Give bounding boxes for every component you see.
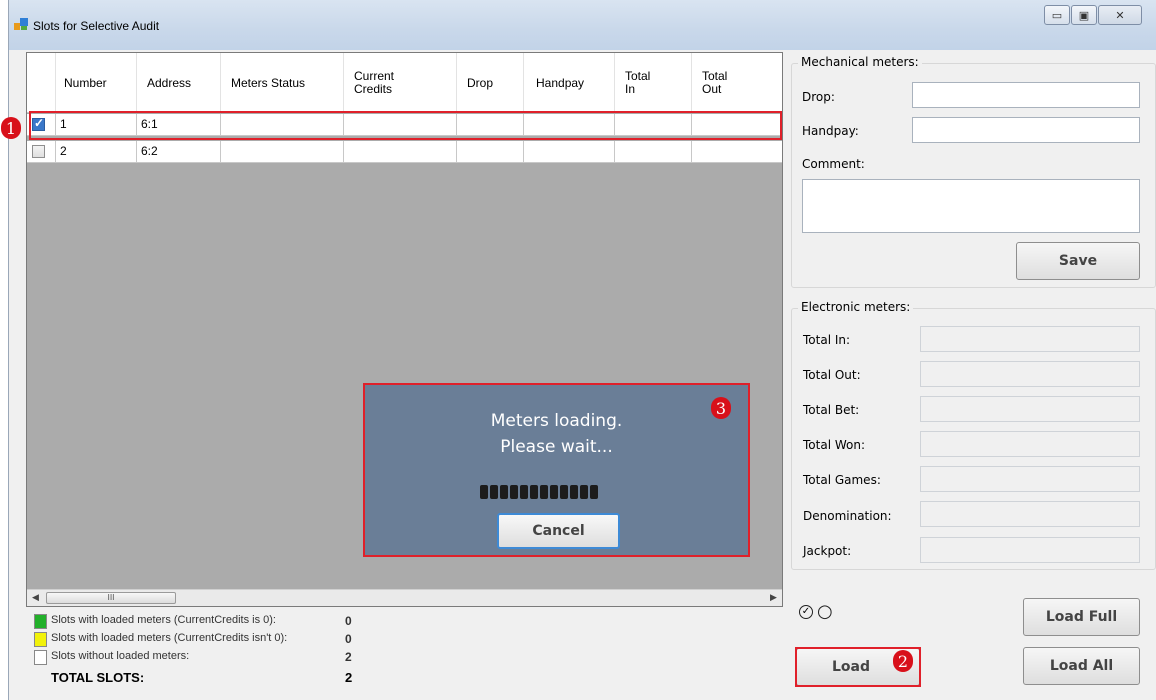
app-icon bbox=[14, 18, 28, 30]
header-current-credits[interactable]: Current Credits bbox=[344, 53, 457, 113]
table-row[interactable]: 2 6:2 bbox=[27, 141, 782, 163]
header-handpay[interactable]: Handpay bbox=[524, 53, 615, 113]
total-won-field bbox=[920, 431, 1140, 457]
cell-total-out[interactable] bbox=[692, 141, 782, 162]
comment-textarea[interactable] bbox=[802, 179, 1140, 233]
cancel-button[interactable]: Cancel bbox=[497, 513, 620, 549]
cell-address[interactable]: 6:2 bbox=[137, 141, 221, 162]
total-out-field bbox=[920, 361, 1140, 387]
scroll-thumb[interactable]: III bbox=[46, 592, 176, 604]
check-circle-icon: ✓ bbox=[799, 605, 813, 619]
electronic-meters-title: Electronic meters: bbox=[798, 300, 914, 314]
cell-meters-status[interactable] bbox=[221, 141, 344, 162]
header-total-in[interactable]: Total In bbox=[615, 53, 692, 113]
total-in-field bbox=[920, 326, 1140, 352]
maximize-icon: ▣ bbox=[1078, 8, 1090, 22]
cell-drop[interactable] bbox=[457, 141, 524, 162]
drop-input[interactable] bbox=[912, 82, 1140, 108]
annotation-badge-3: 3 bbox=[711, 397, 731, 419]
minimize-icon: ▭ bbox=[1051, 8, 1063, 22]
total-won-label: Total Won: bbox=[803, 438, 865, 452]
cell-current-credits[interactable] bbox=[344, 141, 457, 162]
window-title: Slots for Selective Audit bbox=[33, 19, 160, 33]
loading-dialog: Meters loading. Please wait... Cancel 3 bbox=[363, 383, 750, 557]
total-slots-value: 2 bbox=[345, 670, 353, 685]
legend-label: Slots with loaded meters (CurrentCredits… bbox=[51, 632, 288, 644]
loading-message-line1: Meters loading. bbox=[490, 411, 623, 431]
jackpot-field bbox=[920, 537, 1140, 563]
grid-header: Number Address Meters Status Current Cre… bbox=[27, 53, 782, 113]
row-select-cell bbox=[27, 141, 56, 162]
save-button[interactable]: Save bbox=[1016, 242, 1140, 280]
denomination-field bbox=[920, 501, 1140, 527]
scroll-right-icon[interactable]: ▶ bbox=[765, 590, 782, 606]
total-out-label: Total Out: bbox=[803, 368, 861, 382]
annotation-badge-2: 2 bbox=[893, 650, 913, 672]
header-number[interactable]: Number bbox=[56, 53, 137, 113]
load-all-button[interactable]: Load All bbox=[1023, 647, 1140, 685]
title-bar[interactable]: Slots for Selective Audit ▭ ▣ ✕ bbox=[9, 0, 1156, 50]
header-total-out[interactable]: Total Out bbox=[692, 53, 782, 113]
legend-value: 0 bbox=[345, 614, 352, 628]
close-icon: ✕ bbox=[1115, 8, 1125, 22]
legend-swatch-green bbox=[34, 614, 47, 629]
header-drop[interactable]: Drop bbox=[457, 53, 524, 113]
loading-progress-indicator bbox=[480, 485, 598, 499]
total-bet-label: Total Bet: bbox=[803, 403, 860, 417]
empty-circle-icon: ○ bbox=[817, 601, 833, 622]
scroll-left-icon[interactable]: ◀ bbox=[27, 590, 44, 606]
mechanical-meters-title: Mechanical meters: bbox=[798, 55, 922, 69]
jackpot-label: Jackpot: bbox=[803, 544, 852, 558]
legend-label: Slots with loaded meters (CurrentCredits… bbox=[51, 614, 276, 626]
header-address[interactable]: Address bbox=[137, 53, 221, 113]
horizontal-scrollbar[interactable]: ◀ III ▶ bbox=[27, 589, 782, 606]
legend-value: 0 bbox=[345, 632, 352, 646]
comment-label: Comment: bbox=[802, 157, 865, 171]
minimize-button[interactable]: ▭ bbox=[1044, 5, 1070, 25]
highlight-row-1 bbox=[29, 111, 782, 140]
header-meters-status[interactable]: Meters Status bbox=[221, 53, 344, 113]
close-button[interactable]: ✕ bbox=[1098, 5, 1142, 25]
total-bet-field bbox=[920, 396, 1140, 422]
drop-label: Drop: bbox=[802, 90, 835, 104]
total-games-field bbox=[920, 466, 1140, 492]
total-in-label: Total In: bbox=[803, 333, 851, 347]
denomination-label: Denomination: bbox=[803, 509, 892, 523]
total-slots-label: TOTAL SLOTS: bbox=[51, 670, 145, 685]
legend-label: Slots without loaded meters: bbox=[51, 650, 190, 662]
header-select[interactable] bbox=[27, 53, 56, 113]
row-checkbox[interactable] bbox=[32, 145, 45, 158]
legend-swatch-yellow bbox=[34, 632, 47, 647]
main-window: Slots for Selective Audit ▭ ▣ ✕ Number A… bbox=[1, 0, 1156, 700]
window-controls: ▭ ▣ ✕ bbox=[1043, 5, 1142, 27]
loading-message-line2: Please wait... bbox=[500, 437, 613, 457]
cell-total-in[interactable] bbox=[615, 141, 692, 162]
cell-handpay[interactable] bbox=[524, 141, 615, 162]
legend-value: 2 bbox=[345, 650, 352, 664]
total-games-label: Total Games: bbox=[803, 473, 881, 487]
handpay-input[interactable] bbox=[912, 117, 1140, 143]
load-full-button[interactable]: Load Full bbox=[1023, 598, 1140, 636]
cell-number[interactable]: 2 bbox=[56, 141, 137, 162]
legend-swatch-white bbox=[34, 650, 47, 665]
annotation-badge-1: 1 bbox=[1, 117, 21, 139]
handpay-label: Handpay: bbox=[802, 124, 859, 138]
maximize-button[interactable]: ▣ bbox=[1071, 5, 1097, 25]
